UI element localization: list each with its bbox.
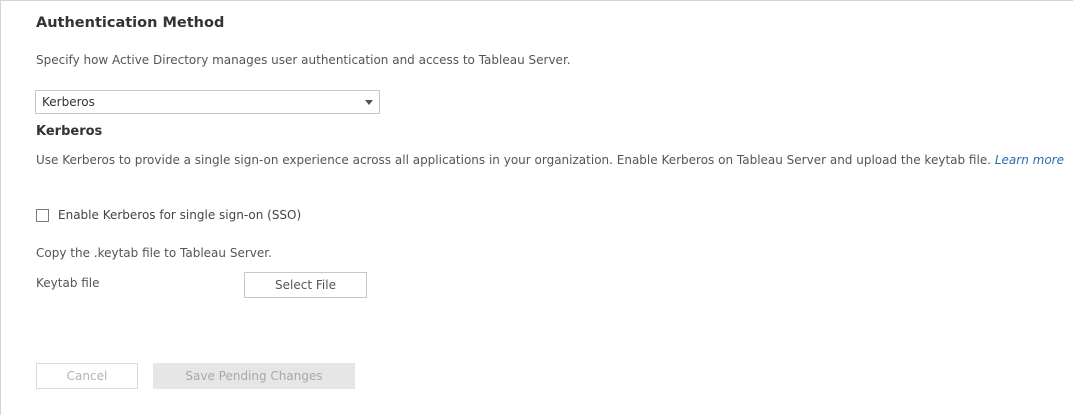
kerberos-description: Use Kerberos to provide a single sign-on… <box>36 153 992 167</box>
learn-more-link[interactable]: Learn more <box>995 153 1064 167</box>
sso-checkbox-label[interactable]: Enable Kerberos for single sign-on (SSO) <box>58 208 301 222</box>
auth-method-selected-value: Kerberos <box>42 95 95 109</box>
triangle-down-icon <box>365 100 373 105</box>
kerberos-title: Kerberos <box>36 124 103 139</box>
select-file-button[interactable]: Select File <box>244 272 367 298</box>
sso-checkbox[interactable] <box>36 209 49 222</box>
save-pending-changes-button[interactable]: Save Pending Changes <box>153 363 355 389</box>
section-description: Specify how Active Directory manages use… <box>36 53 571 67</box>
auth-method-select[interactable]: Kerberos <box>35 90 380 114</box>
section-title: Authentication Method <box>36 15 225 31</box>
copy-keytab-instruction: Copy the .keytab file to Tableau Server. <box>36 246 272 260</box>
cancel-button[interactable]: Cancel <box>36 363 138 389</box>
kerberos-description-block: Use Kerberos to provide a single sign-on… <box>36 152 1066 168</box>
auth-settings-panel: Authentication Method Specify how Active… <box>0 0 1073 415</box>
keytab-file-label: Keytab file <box>36 276 100 290</box>
